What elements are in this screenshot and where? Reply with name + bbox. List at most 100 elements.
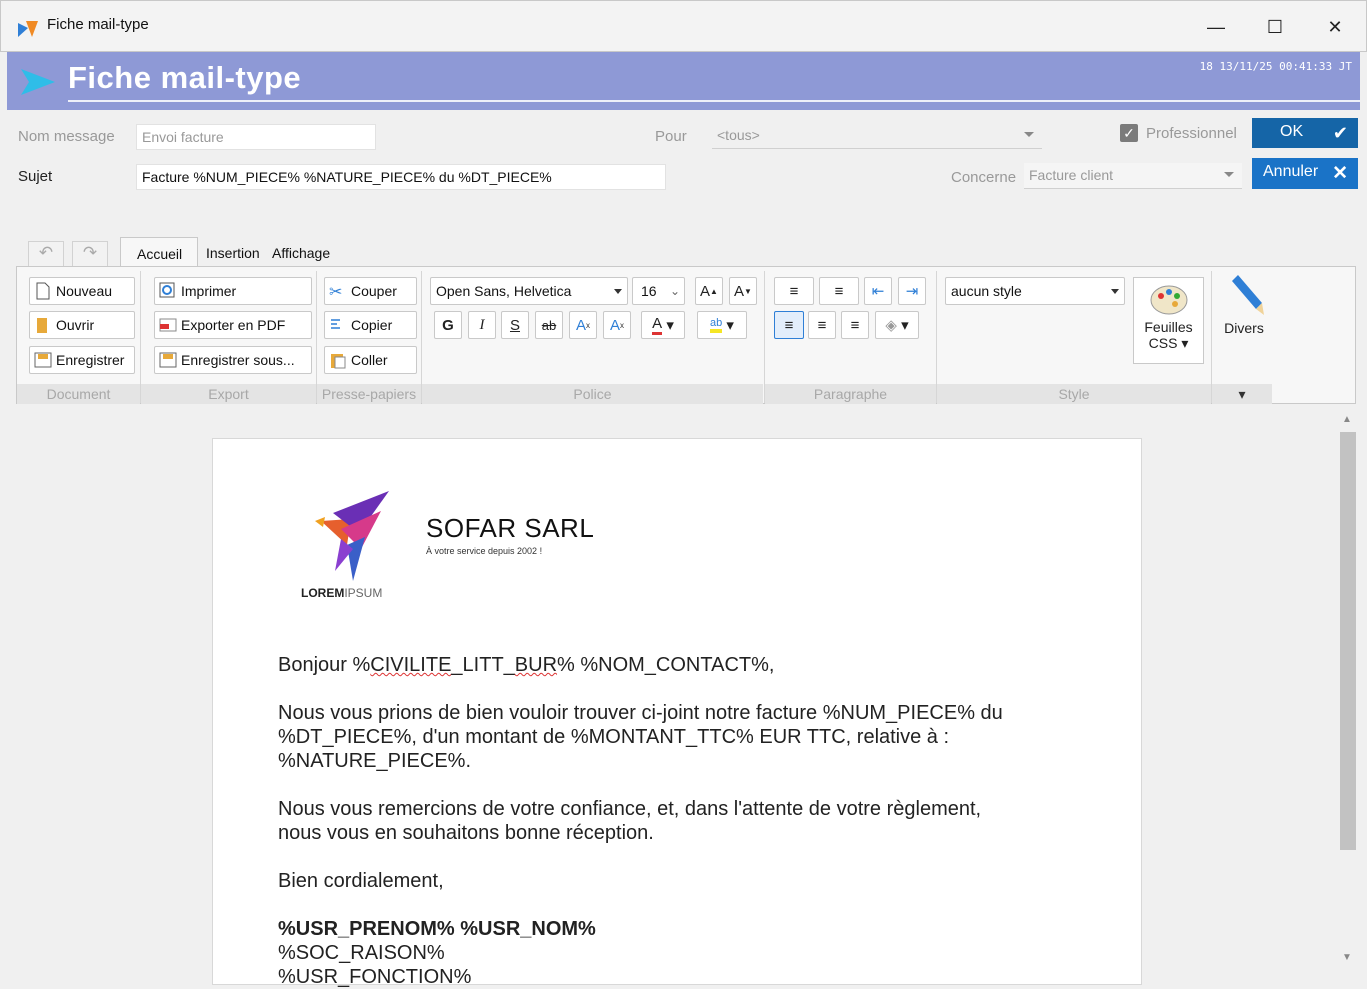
style-value: aucun style [951,283,1022,299]
superscript-icon[interactable]: Ax [603,311,631,339]
ouvrir-button[interactable]: Ouvrir [29,311,135,339]
scissors-icon: ✂ [329,284,343,301]
company-tagline: À votre service depuis 2002 ! [426,546,543,556]
enregistrer-button[interactable]: Enregistrer [29,346,135,374]
scroll-up-icon[interactable]: ▲ [1342,414,1352,425]
font-color-icon[interactable]: A ▾ [641,311,685,339]
chevron-down-icon: ⌄ [669,284,680,298]
shrink-font-icon[interactable]: A ▼ [729,277,757,305]
new-file-icon [36,282,50,300]
exporter-pdf-label: Exporter en PDF [181,317,286,333]
italic-button[interactable]: I [468,311,496,339]
nouveau-button[interactable]: Nouveau [29,277,135,305]
bold-button[interactable]: G [434,311,462,339]
paste-icon [331,354,346,369]
ok-button[interactable]: OK ✔ [1252,118,1358,148]
font-size-value: 16 [641,283,657,299]
pour-select-value: <tous> [717,127,760,143]
check-icon: ✔ [1332,123,1348,143]
indent-icon[interactable]: ⇥ [898,277,926,305]
window-titlebar: Fiche mail-type — ☐ ✕ [0,0,1367,52]
style-group-label: Style [937,384,1211,404]
save-as-icon [159,352,177,368]
css-label: CSS ▾ [1148,335,1189,351]
palette-icon [1150,285,1187,315]
chevron-down-icon [1111,289,1119,294]
pencil-icon [1232,275,1264,315]
scroll-down-icon[interactable]: ▼ [1342,952,1352,963]
print-preview-icon [159,282,175,298]
paragraph-line: %NATURE_PIECE%. [278,750,472,772]
underline-button[interactable]: S [501,311,529,339]
imprimer-button[interactable]: Imprimer [154,277,312,305]
nouveau-label: Nouveau [56,283,113,299]
enregistrer-sous-button[interactable]: Enregistrer sous... [154,346,312,374]
close-icon[interactable]: ✕ [1312,11,1358,43]
divers-button[interactable]: Divers [1215,273,1273,343]
fill-color-icon[interactable]: ◈ ▾ [875,311,919,339]
chevron-down-icon [1224,172,1234,177]
align-center-icon[interactable]: ≡ [808,311,836,339]
exporter-pdf-button[interactable]: Exporter en PDF [154,311,312,339]
feuilles-css-button[interactable]: Feuilles CSS ▾ [1133,277,1204,364]
outdent-icon[interactable]: ⇤ [864,277,892,305]
subscript-icon[interactable]: Ax [569,311,597,339]
font-family-select[interactable]: Open Sans, Helvetica [430,277,628,305]
email-body-editor[interactable]: LOREMIPSUM SOFAR SARL À votre service de… [212,438,1142,988]
close-x-icon: ✕ [1332,163,1348,184]
font-size-select[interactable]: 16 ⌄ [632,277,685,305]
undo-icon[interactable]: ↶ [28,241,64,267]
minimize-icon[interactable]: — [1193,11,1239,43]
bullet-list-icon[interactable]: ≡ [774,277,814,305]
numbered-list-icon[interactable]: ≡ [819,277,859,305]
maximize-icon[interactable]: ☐ [1252,11,1298,43]
highlight-color-icon[interactable]: ab ▾ [697,311,747,339]
couper-button[interactable]: ✂ Couper [324,277,417,305]
grow-font-icon[interactable]: A ▲ [695,277,723,305]
scrollbar-thumb[interactable] [1340,432,1356,850]
concerne-select[interactable]: Facture client [1024,163,1242,189]
nom-message-input[interactable]: Envoi facture [136,124,376,150]
align-right-icon[interactable]: ≡ [841,311,869,339]
pdf-icon [159,318,177,332]
sujet-label: Sujet [18,168,53,185]
align-left-icon[interactable]: ≡ [774,311,804,339]
paragraph-line: nous vous en souhaitons bonne réception. [278,822,654,844]
ok-button-label: OK [1280,123,1304,140]
tab-affichage[interactable]: Affichage [272,245,330,261]
enregistrer-label: Enregistrer [56,352,125,368]
paragraph-line: Nous vous prions de bien vouloir trouver… [278,702,1003,724]
copier-label: Copier [351,317,393,333]
bird-logo-icon [315,491,389,581]
pour-select[interactable]: <tous> [712,123,1042,149]
company-name: SOFAR SARL [426,513,595,543]
strikethrough-button[interactable]: ab [535,311,563,339]
pour-label: Pour [655,128,687,145]
tab-insertion[interactable]: Insertion [206,245,260,261]
annuler-button[interactable]: Annuler ✕ [1252,158,1358,189]
ribbon-expand-icon[interactable]: ▾ [1212,384,1272,404]
app-logo-icon [18,21,38,37]
open-folder-icon [37,318,47,333]
closing-line: Bien cordialement, [278,870,444,892]
title-underline [68,100,1360,102]
paragraph-line: %DT_PIECE%, d'un montant de %MONTANT_TTC… [278,726,950,748]
tab-accueil[interactable]: Accueil [120,237,198,268]
logo-caption: LOREMIPSUM [301,586,383,600]
coller-button[interactable]: Coller [324,346,417,374]
copy-icon [331,319,340,329]
style-select[interactable]: aucun style [945,277,1125,305]
greeting-line: Bonjour %CIVILITE_LITT_BUR% %NOM_CONTACT… [278,654,775,676]
export-group-label: Export [141,384,316,404]
paragraphe-group-label: Paragraphe [765,384,936,404]
police-group-label: Police [422,384,763,404]
session-meta: 18 13/11/25 00:41:33 JT [1199,60,1352,73]
copier-button[interactable]: Copier [324,311,417,339]
vertical-scrollbar[interactable]: ▲ ▼ [1338,410,1358,970]
document-group-label: Document [17,384,140,404]
concerne-select-value: Facture client [1029,167,1114,183]
window-title: Fiche mail-type [47,16,149,33]
professionnel-checkbox[interactable]: ✓ [1120,124,1138,142]
redo-icon[interactable]: ↷ [72,241,108,267]
sujet-input[interactable]: Facture %NUM_PIECE% %NATURE_PIECE% du %D… [136,164,666,190]
